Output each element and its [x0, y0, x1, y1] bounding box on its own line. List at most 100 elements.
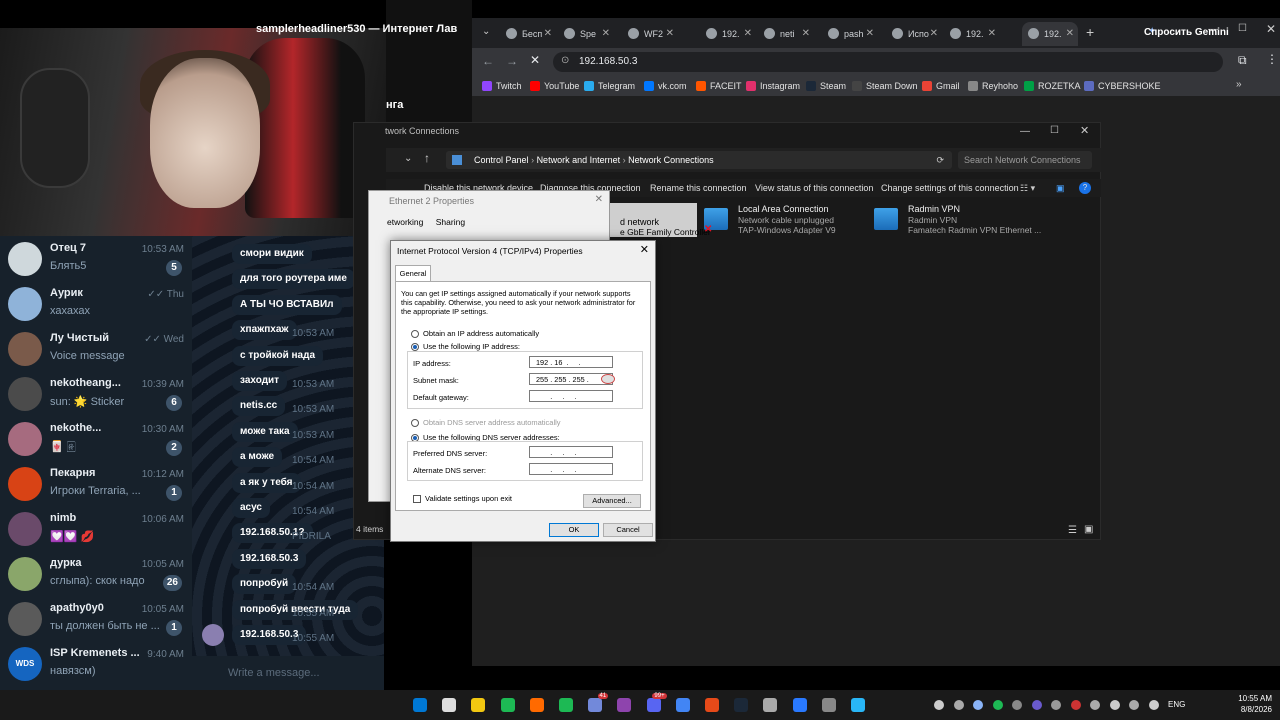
explorer-breadcrumb[interactable]: Control Panel › Network and Internet › N…: [446, 151, 952, 169]
breadcrumb-control-panel[interactable]: Control Panel: [474, 155, 529, 165]
tray-icon[interactable]: [934, 700, 944, 710]
bookmark-item[interactable]: Instagram: [746, 79, 800, 93]
message-bubble[interactable]: с тройкой нада: [232, 345, 324, 366]
message-bubble[interactable]: а може: [232, 447, 283, 468]
settings-icon[interactable]: [821, 698, 836, 712]
spotify-icon[interactable]: [559, 698, 573, 712]
more-bookmarks-icon[interactable]: »: [1236, 79, 1242, 90]
help-icon[interactable]: ?: [1079, 182, 1091, 194]
tab-close-icon[interactable]: ✕: [930, 22, 938, 46]
tiles-view-icon[interactable]: ▣: [1084, 524, 1093, 535]
bookmark-item[interactable]: Steam: [806, 79, 846, 93]
bookmark-item[interactable]: Twitch: [482, 79, 522, 93]
browser-tab[interactable]: 192. ✕: [1022, 22, 1078, 46]
search-icon[interactable]: [442, 698, 457, 712]
chat-list-item[interactable]: Отец 7 10:53 AM Блять5 5: [0, 236, 192, 281]
bookmark-item[interactable]: CYBERSHOKE: [1084, 79, 1161, 93]
tray-icon[interactable]: [1129, 700, 1139, 710]
tab-sharing[interactable]: Sharing: [436, 217, 465, 227]
browser-tab[interactable]: WF2 ✕: [622, 22, 678, 46]
breadcrumb-network-internet[interactable]: Network and Internet: [537, 155, 621, 165]
telegram-icon[interactable]: [500, 698, 515, 712]
edge-icon[interactable]: [529, 698, 544, 712]
message-bubble[interactable]: хпажпхаж: [232, 320, 297, 341]
chat-list-item[interactable]: apathy0y0 10:05 AM ты должен быть не ... 1: [0, 596, 192, 641]
validate-settings-checkbox[interactable]: Validate settings upon exit: [413, 494, 512, 504]
steam-icon[interactable]: [734, 698, 749, 712]
adapter-radmin-vpn[interactable]: Radmin VPN Radmin VPN Famatech Radmin VP…: [874, 204, 1044, 244]
chat-list-item[interactable]: Аурик ✓✓ Thu хахахах: [0, 281, 192, 326]
breadcrumb-network-connections[interactable]: Network Connections: [628, 155, 714, 165]
tray-icon[interactable]: [1109, 700, 1120, 710]
chat-list-item[interactable]: WDS ISP Kremenets ... 9:40 AM навязсм): [0, 641, 192, 686]
up-icon[interactable]: ↑: [424, 151, 430, 165]
tray-icon[interactable]: [1031, 700, 1042, 710]
tab-close-icon[interactable]: ✕: [744, 22, 752, 46]
close-icon[interactable]: ✕: [595, 194, 603, 205]
browser-tab[interactable]: Испо ✕: [886, 22, 942, 46]
language-indicator[interactable]: ENG: [1168, 700, 1185, 709]
antivirus-icon[interactable]: [705, 698, 719, 712]
explorer-maximize-button[interactable]: ☐: [1050, 125, 1059, 136]
tray-icon[interactable]: [1012, 700, 1022, 710]
tab-close-icon[interactable]: ✕: [866, 22, 874, 46]
message-input[interactable]: Write a message...: [192, 656, 384, 690]
default-gateway-field[interactable]: . . .: [529, 390, 613, 402]
browser-tab[interactable]: 192. ✕: [700, 22, 756, 46]
terminal-icon[interactable]: [792, 698, 807, 712]
tray-icon[interactable]: [1070, 700, 1081, 710]
message-bubble[interactable]: 192.168.50.3: [232, 548, 307, 569]
details-view-icon[interactable]: ☰: [1068, 525, 1077, 536]
chat-list-item[interactable]: дурка 10:05 AM сглыпа): скок надо 26: [0, 551, 192, 596]
refresh-icon[interactable]: ⟳: [936, 151, 944, 169]
message-bubble[interactable]: може така: [232, 421, 298, 442]
tab-networking[interactable]: etworking: [387, 217, 423, 227]
preferred-dns-field[interactable]: . . .: [529, 446, 613, 458]
bookmark-item[interactable]: ROZETKA: [1024, 79, 1081, 93]
app-icon[interactable]: 41: [588, 693, 609, 712]
remote-desktop-icon[interactable]: [851, 698, 865, 712]
obs-icon[interactable]: [763, 698, 778, 712]
chrome-icon[interactable]: [675, 698, 690, 712]
message-bubble[interactable]: для того роутера име: [232, 269, 355, 290]
tab-close-icon[interactable]: ✕: [602, 22, 610, 46]
discord-icon[interactable]: [617, 698, 632, 712]
tray-icon[interactable]: [973, 700, 983, 710]
tab-close-icon[interactable]: ✕: [544, 22, 552, 46]
recent-locations-icon[interactable]: ⌄: [404, 153, 412, 164]
message-bubble[interactable]: заходит: [232, 371, 288, 391]
adapter-local-area[interactable]: ✕ Local Area Connection Network cable un…: [704, 204, 874, 244]
stop-loading-icon[interactable]: ✕: [530, 53, 540, 67]
tray-icon[interactable]: [1090, 700, 1100, 710]
advanced-button[interactable]: Advanced...: [583, 494, 641, 508]
chat-list-item[interactable]: Лу Чистый ✓✓ Wed Voice message: [0, 326, 192, 371]
tray-icon[interactable]: [1051, 700, 1061, 710]
site-info-icon[interactable]: ⊙: [561, 55, 569, 66]
bookmark-item[interactable]: Reyhoho: [968, 79, 1018, 93]
browser-tab[interactable]: neti ✕: [758, 22, 814, 46]
chat-list-item[interactable]: nekothe... 10:30 AM 🀄 🀅 2: [0, 416, 192, 461]
bookmark-item[interactable]: FACEIT: [696, 79, 742, 93]
message-bubble[interactable]: netis.cc: [232, 396, 286, 417]
radio-obtain-ip-auto[interactable]: Obtain an IP address automatically: [411, 329, 539, 339]
menu-icon[interactable]: ⋮: [1266, 52, 1278, 66]
tab-general[interactable]: General: [395, 265, 431, 281]
browser-tab[interactable]: Spe ✕: [558, 22, 614, 46]
file-explorer-icon[interactable]: [471, 698, 486, 712]
tab-close-icon[interactable]: ✕: [802, 22, 810, 46]
browser-tab[interactable]: Бесп ✕: [500, 22, 556, 46]
explorer-search-input[interactable]: Search Network Connections: [958, 151, 1092, 169]
tray-icon[interactable]: [953, 700, 964, 710]
ip-address-field[interactable]: 192 . 16 . .: [529, 356, 613, 368]
message-bubble[interactable]: смори видик: [232, 244, 312, 264]
preview-pane-icon[interactable]: ▣: [1056, 183, 1065, 194]
bookmark-item[interactable]: Telegram: [584, 79, 635, 93]
extensions-icon[interactable]: ⧉: [1238, 53, 1247, 68]
cancel-button[interactable]: Cancel: [603, 523, 653, 537]
bookmark-item[interactable]: Steam Down: [852, 79, 918, 93]
address-bar[interactable]: 192.168.50.3: [553, 52, 1223, 72]
bookmark-item[interactable]: Gmail: [922, 79, 960, 93]
chat-list-item[interactable]: Пекарня 10:12 AM Игроки Terraria, ... 1: [0, 461, 192, 506]
new-tab-button[interactable]: +: [1086, 24, 1094, 40]
explorer-close-button[interactable]: ✕: [1080, 124, 1089, 137]
